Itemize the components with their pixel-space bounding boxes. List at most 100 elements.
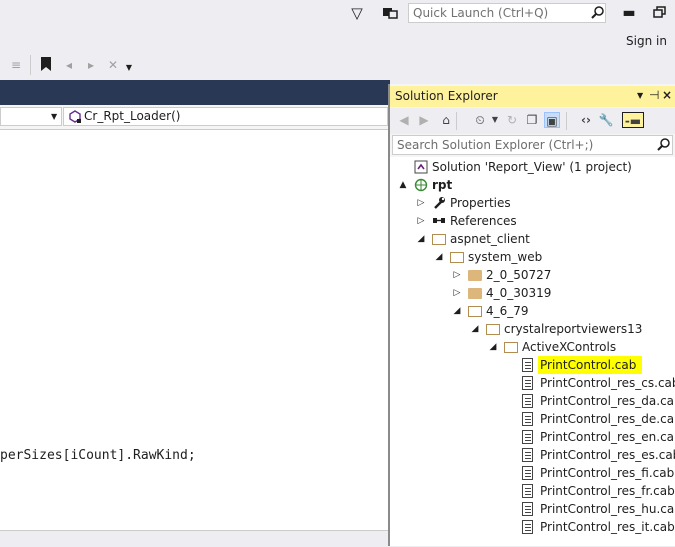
tree-item-label: rpt: [432, 178, 453, 192]
tree-item[interactable]: PrintControl_res_da.cab: [390, 392, 675, 410]
next-bookmark-icon[interactable]: ▸: [82, 57, 100, 73]
minimize-icon[interactable]: ▬: [622, 6, 636, 20]
cab-file-icon: [522, 376, 533, 390]
tree-item[interactable]: ◢ 4_6_79: [390, 302, 675, 320]
solution-explorer-tree: Solution 'Report_View' (1 project) ▲ rpt ▷ P…: [390, 157, 675, 546]
tree-item[interactable]: ◢ crystalreportviewers13: [390, 320, 675, 338]
search-icon[interactable]: [657, 136, 671, 154]
collapse-icon[interactable]: ◢: [452, 302, 462, 320]
collapse-icon[interactable]: ▲: [398, 176, 408, 194]
collapse-icon[interactable]: ◢: [434, 248, 444, 266]
cab-file-icon: [522, 430, 533, 444]
solution-explorer-title-bar[interactable]: Solution Explorer ▼ ⊣ ×: [390, 86, 675, 107]
tree-item[interactable]: PrintControl_res_it.cab: [390, 518, 675, 536]
document-tab-strip: [0, 80, 390, 105]
tree-item[interactable]: PrintControl.cab: [390, 356, 675, 374]
quick-launch-box[interactable]: [408, 3, 606, 23]
solution-explorer-search-input[interactable]: [393, 136, 647, 154]
history-icon[interactable]: ⏲: [472, 112, 488, 128]
feedback-icon[interactable]: [382, 6, 398, 20]
expand-icon[interactable]: ▷: [416, 212, 426, 230]
history-dropdown-icon[interactable]: ▼: [487, 112, 503, 128]
code-line: perSizes[iCount].RawKind;: [0, 448, 196, 463]
folder-open-icon: [504, 342, 518, 353]
filter-icon[interactable]: ▽: [348, 5, 366, 23]
tree-item[interactable]: ▷ 2_0_50727: [390, 266, 675, 284]
tree-item-label: PrintControl_res_cs.cab: [540, 376, 675, 390]
forward-icon[interactable]: ▶: [416, 112, 432, 128]
tree-item-label: 4_0_30319: [486, 286, 552, 300]
tree-item[interactable]: PrintControl_res_de.cab: [390, 410, 675, 428]
tree-item[interactable]: PrintControl_res_en.cab: [390, 428, 675, 446]
cab-file-icon: [522, 394, 533, 408]
toolbar-separator: [30, 55, 31, 75]
tree-item[interactable]: ▷ 4_0_30319: [390, 284, 675, 302]
search-icon[interactable]: [591, 4, 605, 22]
tree-item[interactable]: PrintControl_res_fr.cab: [390, 482, 675, 500]
navigation-bar: ▼ Cr_Rpt_Loader(): [0, 105, 388, 130]
folder-icon: [468, 270, 482, 281]
properties-wrench-icon[interactable]: 🔧: [598, 112, 614, 128]
close-icon[interactable]: ×: [662, 88, 672, 102]
tree-item-label: PrintControl_res_da.cab: [540, 394, 675, 408]
tree-item[interactable]: ▷ References: [390, 212, 675, 230]
code-editor[interactable]: perSizes[iCount].RawKind;: [0, 130, 388, 530]
view-code-icon[interactable]: ‹›: [578, 112, 594, 128]
cab-file-icon: [522, 502, 533, 516]
tree-item[interactable]: ▲ rpt: [390, 176, 675, 194]
tree-item[interactable]: PrintControl_res_es.cab: [390, 446, 675, 464]
cab-file-icon: [522, 466, 533, 480]
uncomment-icon[interactable]: ≡: [8, 57, 24, 73]
editor-horizontal-scrollbar[interactable]: [0, 530, 388, 547]
cab-file-icon: [522, 358, 533, 372]
quick-launch-input[interactable]: [409, 4, 583, 22]
tree-item[interactable]: ◢ aspnet_client: [390, 230, 675, 248]
tree-item[interactable]: ◢ ActiveXControls: [390, 338, 675, 356]
member-dropdown[interactable]: Cr_Rpt_Loader(): [63, 107, 388, 126]
cab-file-icon: [522, 520, 533, 534]
cab-file-icon: [522, 448, 533, 462]
toolbar-overflow-icon[interactable]: ▼: [124, 60, 134, 76]
previous-bookmark-icon[interactable]: ◂: [60, 57, 78, 73]
restore-icon[interactable]: [653, 6, 667, 20]
collapse-icon[interactable]: ◢: [470, 320, 480, 338]
expand-icon[interactable]: ▷: [452, 284, 462, 302]
toolbar-separator: [456, 112, 457, 130]
tree-item[interactable]: PrintControl_res_hu.cab: [390, 500, 675, 518]
cab-file-icon: [522, 484, 533, 498]
bookmark-icon[interactable]: [40, 56, 52, 72]
tree-item-label: PrintControl_res_de.cab: [540, 412, 675, 426]
tree-item[interactable]: PrintControl_res_cs.cab: [390, 374, 675, 392]
refresh-icon[interactable]: ↻: [504, 112, 520, 128]
collapse-all-icon[interactable]: ❐: [524, 112, 540, 128]
web-project-icon: [414, 178, 428, 192]
tree-item[interactable]: ▷ Properties: [390, 194, 675, 212]
references-icon: [432, 214, 446, 228]
method-icon: [68, 110, 82, 124]
collapse-icon[interactable]: ◢: [488, 338, 498, 356]
solution-explorer-panel: Solution Explorer ▼ ⊣ × ◀ ▶ ⌂ ⏲ ▼ ↻ ❐ ▣ …: [390, 84, 675, 546]
clear-bookmarks-icon[interactable]: ✕: [104, 57, 122, 73]
type-dropdown[interactable]: ▼: [0, 107, 62, 126]
sign-in-link[interactable]: Sign in: [626, 34, 667, 48]
member-dropdown-label: Cr_Rpt_Loader(): [84, 109, 181, 123]
solution-explorer-search-box[interactable]: [392, 135, 673, 155]
expand-icon[interactable]: ▷: [452, 266, 462, 284]
home-icon[interactable]: ⌂: [438, 112, 454, 128]
preview-selected-items-icon[interactable]: -▬: [622, 112, 644, 128]
tree-item-label: system_web: [468, 250, 543, 264]
show-all-files-icon[interactable]: ▣: [544, 112, 560, 128]
collapse-icon[interactable]: ◢: [416, 230, 426, 248]
window-position-icon[interactable]: ▼: [637, 91, 643, 100]
tree-item[interactable]: PrintControl_res_fi.cab: [390, 464, 675, 482]
tree-item-label: PrintControl_res_es.cab: [540, 448, 675, 462]
solution-icon: [414, 160, 428, 174]
tree-item[interactable]: Solution 'Report_View' (1 project): [390, 158, 675, 176]
expand-icon[interactable]: ▷: [416, 194, 426, 212]
folder-open-icon: [450, 252, 464, 263]
tree-item-label: References: [450, 214, 517, 228]
pin-icon[interactable]: ⊣: [649, 88, 659, 102]
back-icon[interactable]: ◀: [396, 112, 412, 128]
tree-item[interactable]: ◢ system_web: [390, 248, 675, 266]
tree-item-label: Solution 'Report_View' (1 project): [432, 160, 632, 174]
